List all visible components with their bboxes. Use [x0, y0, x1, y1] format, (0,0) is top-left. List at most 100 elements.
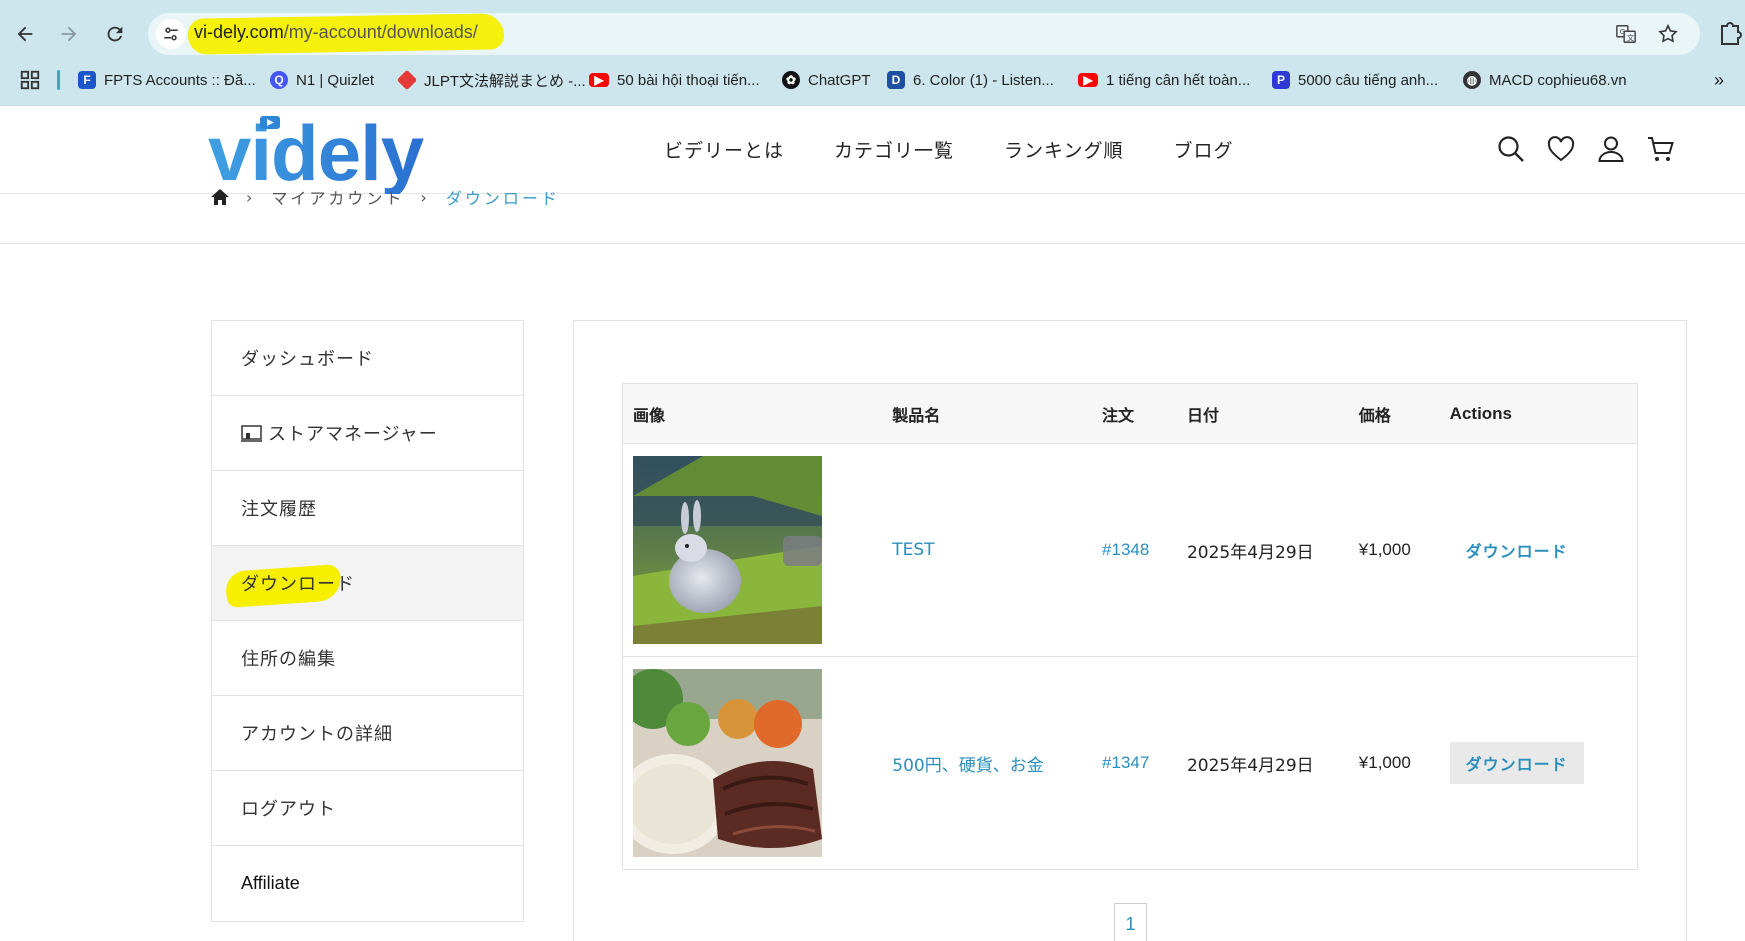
product-thumbnail-steak[interactable]: [633, 669, 822, 857]
nav-item-blog[interactable]: ブログ: [1173, 136, 1233, 163]
bookmark-label: N1 | Quizlet: [296, 71, 375, 89]
bookmark-item[interactable]: ◍ MACD cophieu68.vn: [1463, 69, 1627, 91]
puzzle-icon: [1721, 22, 1742, 45]
bookmark-label: 6. Color (1) - Listen...: [913, 71, 1054, 89]
user-icon: [1598, 136, 1624, 162]
youtube-icon: ▶: [1078, 73, 1098, 87]
table-row: 500円、硬貨、お金 #1347 2025年4月29日 ¥1,000 ダウンロー…: [622, 656, 1638, 870]
arrow-left-icon: [17, 26, 33, 42]
nav-item-categories[interactable]: カテゴリ一覧: [834, 136, 954, 163]
column-header-actions: Actions: [1439, 383, 1638, 444]
reload-button[interactable]: [99, 18, 131, 50]
sidebar-item-downloads[interactable]: ダウンロード: [212, 546, 523, 621]
nav-item-about[interactable]: ビデリーとは: [664, 136, 784, 163]
back-button[interactable]: [9, 18, 41, 50]
search-button[interactable]: [1496, 134, 1526, 164]
double-chevron-right-icon: »: [1714, 69, 1725, 90]
actions-cell: ダウンロード: [1439, 656, 1638, 870]
cart-icon: [1648, 137, 1674, 161]
order-link[interactable]: #1348: [1102, 540, 1149, 559]
sidebar-item-label: 住所の編集: [241, 649, 336, 670]
bookmark-item[interactable]: P 5000 câu tiếng anh...: [1272, 69, 1438, 91]
sidebar-item-store-manager[interactable]: ストアマネージャー: [212, 396, 523, 471]
youtube-icon: ▶: [589, 73, 609, 87]
pagination-page-current[interactable]: 1: [1114, 903, 1147, 941]
extensions-button[interactable]: [1718, 20, 1742, 46]
url-path: /my-account/downloads/: [283, 22, 478, 42]
sidebar-item-affiliate[interactable]: Affiliate: [212, 846, 523, 921]
bookmark-item[interactable]: F FPTS Accounts :: Đă...: [78, 69, 256, 91]
chatgpt-icon: ✿: [782, 71, 800, 89]
image-cell: [622, 656, 883, 870]
column-header-order: 注文: [1092, 383, 1177, 444]
bookmark-item[interactable]: Q N1 | Quizlet: [270, 69, 374, 91]
bookmark-label: 1 tiếng cân hết toàn...: [1106, 71, 1251, 89]
breadcrumb-my-account[interactable]: マイアカウント: [271, 185, 404, 209]
product-thumbnail-bunny[interactable]: [633, 456, 822, 644]
product-cell: 500円、硬貨、お金: [882, 656, 1093, 870]
fpts-icon: F: [78, 71, 96, 89]
breadcrumb-downloads: ダウンロード: [445, 189, 560, 208]
main-nav: ビデリーとは カテゴリ一覧 ランキング順 ブログ: [664, 136, 1283, 163]
bookmark-star-button[interactable]: [1656, 22, 1680, 46]
product-link[interactable]: TEST: [892, 540, 934, 560]
bookmark-item[interactable]: ▶ 50 bài hội thoại tiến...: [589, 69, 760, 91]
heart-icon: [1547, 136, 1575, 162]
site-info-button[interactable]: [156, 19, 186, 49]
home-icon[interactable]: [210, 188, 230, 206]
bookmark-item[interactable]: ▶ 1 tiếng cân hết toàn...: [1078, 69, 1250, 91]
account-button[interactable]: [1596, 134, 1626, 164]
bookmark-item[interactable]: ✿ ChatGPT: [782, 69, 871, 91]
sidebar-item-label: ログアウト: [241, 799, 336, 820]
url-text[interactable]: vi-dely.com/my-account/downloads/: [194, 22, 478, 43]
tune-icon: [164, 27, 178, 41]
download-button-label: ダウンロード: [1465, 542, 1568, 561]
price-cell: ¥1,000: [1348, 656, 1440, 870]
cart-button[interactable]: [1646, 134, 1676, 164]
sidebar-item-label: ダッシュボード: [241, 349, 374, 370]
videly-logo[interactable]: videly: [208, 108, 453, 194]
svg-text:文: 文: [1627, 33, 1635, 42]
breadcrumb: › マイアカウント › ダウンロード: [210, 186, 560, 208]
bookmarks-bar: F FPTS Accounts :: Đă... Q N1 | Quizlet …: [0, 64, 1745, 96]
dictation-icon: D: [887, 71, 905, 89]
downloads-table: 画像 製品名 注文 日付 価格 Actions TEST #1348 2025年…: [622, 383, 1638, 870]
bookmark-label: 50 bài hội thoại tiến...: [617, 71, 760, 89]
order-cell: #1348: [1092, 443, 1177, 657]
bookmark-label: FPTS Accounts :: Đă...: [104, 71, 256, 89]
date-cell: 2025年4月29日: [1176, 443, 1349, 657]
order-cell: #1347: [1092, 656, 1177, 870]
sidebar-item-account-details[interactable]: アカウントの詳細: [212, 696, 523, 771]
download-button-wrap: ダウンロード: [1449, 742, 1584, 784]
quizlet-icon: Q: [270, 71, 288, 89]
sidebar-item-logout[interactable]: ログアウト: [212, 771, 523, 846]
column-header-date: 日付: [1176, 383, 1349, 444]
forward-button[interactable]: [53, 18, 85, 50]
sidebar-item-label: ダウンロード: [241, 574, 355, 595]
product-link[interactable]: 500円、硬貨、お金: [892, 756, 1043, 776]
product-cell: TEST: [882, 443, 1093, 657]
address-bar[interactable]: vi-dely.com/my-account/downloads/ G文: [148, 13, 1700, 55]
translate-button[interactable]: G文: [1614, 22, 1638, 46]
arrow-right-icon: [61, 26, 77, 42]
order-link[interactable]: #1347: [1102, 753, 1149, 772]
sidebar-item-dashboard[interactable]: ダッシュボード: [212, 321, 523, 396]
date-cell: 2025年4月29日: [1176, 656, 1349, 870]
breadcrumb-divider: [0, 243, 1745, 244]
sidebar-item-orders[interactable]: 注文履歴: [212, 471, 523, 546]
downloads-panel: 画像 製品名 注文 日付 価格 Actions TEST #1348 2025年…: [573, 320, 1687, 941]
wishlist-button[interactable]: [1546, 134, 1576, 164]
nav-item-ranking[interactable]: ランキング順: [1004, 136, 1123, 163]
column-header-product: 製品名: [882, 383, 1093, 444]
bookmark-item[interactable]: D 6. Color (1) - Listen...: [887, 69, 1054, 91]
globe-icon: ◍: [1463, 71, 1481, 89]
site-header: videly ビデリーとは カテゴリ一覧 ランキング順 ブログ: [0, 106, 1745, 194]
download-button[interactable]: ダウンロード: [1449, 742, 1584, 784]
bookmark-item[interactable]: JLPT文法解説まとめ -...: [396, 69, 586, 91]
download-button[interactable]: ダウンロード: [1450, 529, 1584, 571]
sidebar-item-edit-address[interactable]: 住所の編集: [212, 621, 523, 696]
table-header-row: 画像 製品名 注文 日付 価格 Actions: [622, 383, 1638, 444]
svg-text:G: G: [1620, 27, 1626, 36]
search-icon: [1498, 136, 1524, 162]
more-bookmarks-button[interactable]: »: [1714, 69, 1724, 91]
